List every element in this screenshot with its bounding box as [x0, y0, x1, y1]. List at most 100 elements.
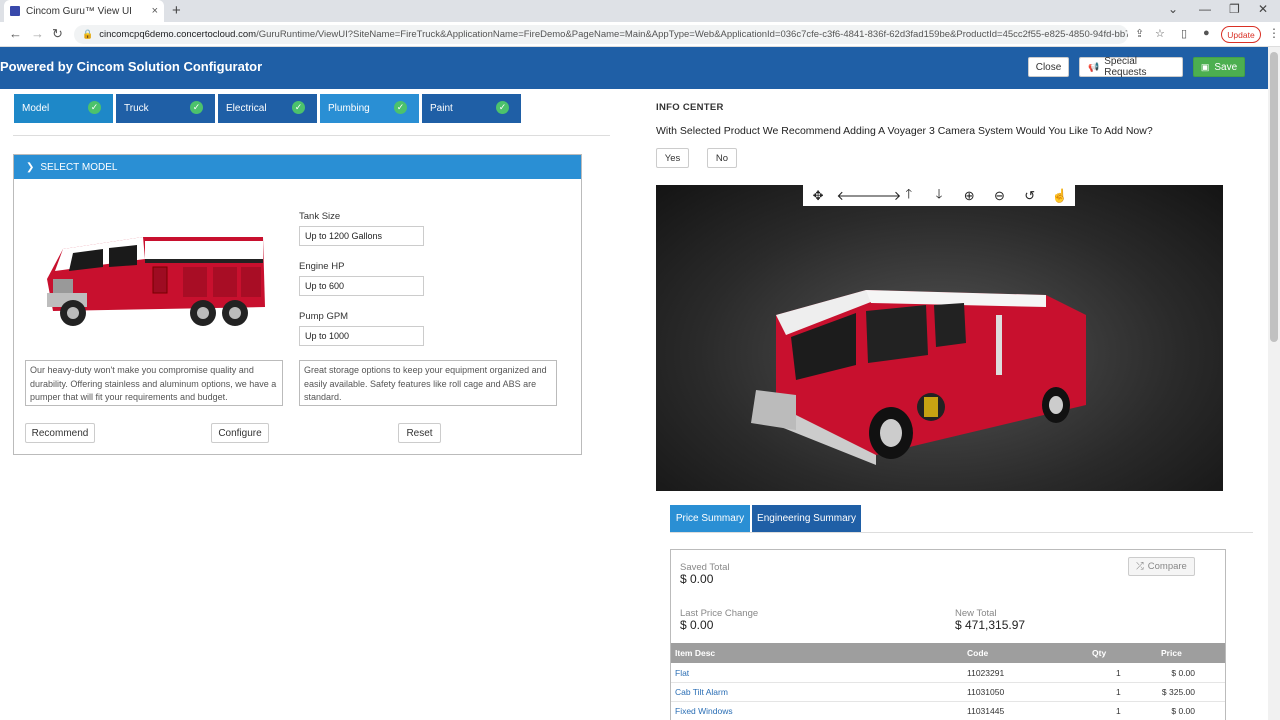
tab-plumbing-label: Plumbing: [328, 103, 370, 114]
item-price: $ 325.00: [1161, 687, 1195, 697]
browser-update-button[interactable]: Update: [1221, 26, 1261, 43]
tab-truck[interactable]: Truck ✓: [116, 94, 215, 123]
close-button[interactable]: Close: [1028, 57, 1069, 77]
tab-engineering-summary[interactable]: Engineering Summary: [752, 505, 861, 532]
last-price-change-value: $ 0.00: [680, 618, 714, 632]
check-icon: ✓: [190, 101, 203, 114]
share-icon[interactable]: ⇪: [1135, 27, 1144, 40]
window-close-icon[interactable]: ✕: [1258, 2, 1268, 16]
reset-icon[interactable]: ↺: [1018, 188, 1042, 204]
column-header-price: Price: [1161, 648, 1182, 658]
select-model-panel: ❯ SELECT MODEL Tank Size Up to 1200 Gall…: [13, 154, 582, 455]
divider: [670, 532, 1253, 533]
app-title: Powered by Cincom Solution Configurator: [0, 59, 263, 74]
address-bar[interactable]: 🔒 cincomcpq6demo.concertocloud.com/GuruR…: [74, 25, 1128, 44]
column-header-code: Code: [967, 648, 989, 658]
table-row: Fixed Windows 11031445 1 $ 0.00: [671, 702, 1225, 720]
item-code: 11031050: [967, 687, 1005, 697]
tab-model[interactable]: Model ✓: [14, 94, 113, 123]
table-row: Flat 11023291 1 $ 0.00: [671, 664, 1225, 683]
browser-toolbar: ← → ↻ 🔒 cincomcpq6demo.concertocloud.com…: [0, 22, 1280, 47]
profile-icon[interactable]: ●: [1203, 27, 1210, 39]
table-row: Cab Tilt Alarm 11031050 1 $ 325.00: [671, 683, 1225, 702]
item-desc-link[interactable]: Fixed Windows: [675, 706, 733, 716]
model-description-right[interactable]: Great storage options to keep your equip…: [299, 360, 557, 406]
item-desc-link[interactable]: Flat: [675, 668, 689, 678]
engine-hp-label: Engine HP: [299, 261, 345, 272]
item-qty: 1: [1116, 706, 1121, 716]
tab-paint-label: Paint: [430, 103, 453, 114]
item-qty: 1: [1116, 668, 1121, 678]
shuffle-icon: ⤮: [1136, 561, 1144, 572]
check-icon: ✓: [88, 101, 101, 114]
tab-electrical[interactable]: Electrical ✓: [218, 94, 317, 123]
new-tab-button[interactable]: +: [172, 2, 181, 19]
recommendation-question: With Selected Product We Recommend Addin…: [656, 125, 1153, 137]
tab-search-icon[interactable]: ⌄: [1168, 2, 1178, 16]
forward-icon[interactable]: →: [31, 26, 44, 41]
tab-paint[interactable]: Paint ✓: [422, 94, 521, 123]
item-price: $ 0.00: [1171, 668, 1195, 678]
restore-icon[interactable]: ❐: [1229, 2, 1240, 16]
special-requests-button[interactable]: 📢 Special Requests: [1079, 56, 1183, 78]
compare-label: Compare: [1147, 561, 1187, 572]
viewer-toolbar: ✥ 🡐 🡒 🡑 🡓 ⊕ ⊖ ↺ ☝: [803, 185, 1075, 206]
side-panel-icon[interactable]: ▯: [1181, 27, 1187, 40]
arrow-up-icon[interactable]: 🡑: [897, 185, 921, 207]
panel-header[interactable]: ❯ SELECT MODEL: [14, 155, 581, 179]
3d-viewer[interactable]: ✥ 🡐 🡒 🡑 🡓 ⊕ ⊖ ↺ ☝: [656, 185, 1223, 491]
check-icon: ✓: [394, 101, 407, 114]
chevron-down-icon: ❯: [26, 161, 35, 173]
arrow-down-icon[interactable]: 🡓: [927, 185, 951, 207]
saved-total-value: $ 0.00: [680, 572, 714, 586]
check-icon: ✓: [292, 101, 305, 114]
minimize-icon[interactable]: —: [1199, 2, 1211, 16]
url-host: cincomcpq6demo.concertocloud.com: [99, 29, 257, 40]
fire-truck-3d-model: [751, 290, 1086, 465]
scrollbar-thumb[interactable]: [1270, 52, 1278, 342]
pump-gpm-field[interactable]: Up to 1000: [299, 326, 424, 346]
tab-model-label: Model: [22, 103, 50, 114]
panel-title: SELECT MODEL: [40, 161, 118, 173]
zoom-in-icon[interactable]: ⊕: [957, 188, 981, 204]
engine-hp-field[interactable]: Up to 600: [299, 276, 424, 296]
back-icon[interactable]: ←: [9, 26, 22, 41]
item-code: 11023291: [967, 668, 1005, 678]
arrow-right-icon[interactable]: 🡒: [867, 188, 902, 204]
model-description-left[interactable]: Our heavy-duty won't make you compromise…: [25, 360, 283, 406]
tab-plumbing[interactable]: Plumbing ✓: [320, 94, 419, 123]
hand-icon[interactable]: ☝: [1048, 188, 1072, 204]
info-center-title: INFO CENTER: [656, 102, 724, 113]
price-summary-panel: Saved Total $ 0.00 ⤮ Compare Last Price …: [670, 549, 1226, 720]
column-header-item-desc: Item Desc: [675, 648, 716, 658]
recommend-button[interactable]: Recommend: [25, 423, 95, 443]
reset-button[interactable]: Reset: [398, 423, 441, 443]
tab-close-icon[interactable]: ×: [152, 5, 158, 17]
tab-price-summary[interactable]: Price Summary: [670, 505, 750, 532]
reload-icon[interactable]: ↻: [52, 26, 63, 42]
item-price: $ 0.00: [1171, 706, 1195, 716]
lock-icon: 🔒: [82, 29, 94, 39]
zoom-out-icon[interactable]: ⊖: [987, 188, 1011, 204]
yes-button[interactable]: Yes: [656, 148, 689, 168]
fire-truck-image: [47, 237, 265, 326]
browser-tabstrip: Cincom Guru™ View UI × + ⌄ — ❐ ✕: [0, 0, 1280, 22]
browser-tab[interactable]: Cincom Guru™ View UI ×: [4, 0, 164, 22]
item-code: 11031445: [967, 706, 1005, 716]
item-desc-link[interactable]: Cab Tilt Alarm: [675, 687, 728, 697]
no-button[interactable]: No: [707, 148, 737, 168]
special-requests-label: Special Requests: [1104, 56, 1147, 78]
floppy-disk-icon: ▣: [1200, 61, 1210, 72]
compare-button[interactable]: ⤮ Compare: [1128, 557, 1195, 576]
move-icon[interactable]: ✥: [806, 188, 830, 204]
app-header: Powered by Cincom Solution Configurator …: [0, 47, 1268, 89]
megaphone-icon: 📢: [1088, 61, 1100, 72]
url-path: /GuruRuntime/ViewUI?SiteName=FireTruck&A…: [256, 29, 1128, 40]
save-button[interactable]: ▣ Save: [1193, 57, 1245, 77]
item-qty: 1: [1116, 687, 1121, 697]
configure-button[interactable]: Configure: [211, 423, 269, 443]
tank-size-field[interactable]: Up to 1200 Gallons: [299, 226, 424, 246]
arrow-left-icon[interactable]: 🡐: [836, 188, 871, 204]
bookmark-star-icon[interactable]: ☆: [1155, 27, 1165, 40]
browser-menu-icon[interactable]: ⋮: [1268, 26, 1280, 40]
